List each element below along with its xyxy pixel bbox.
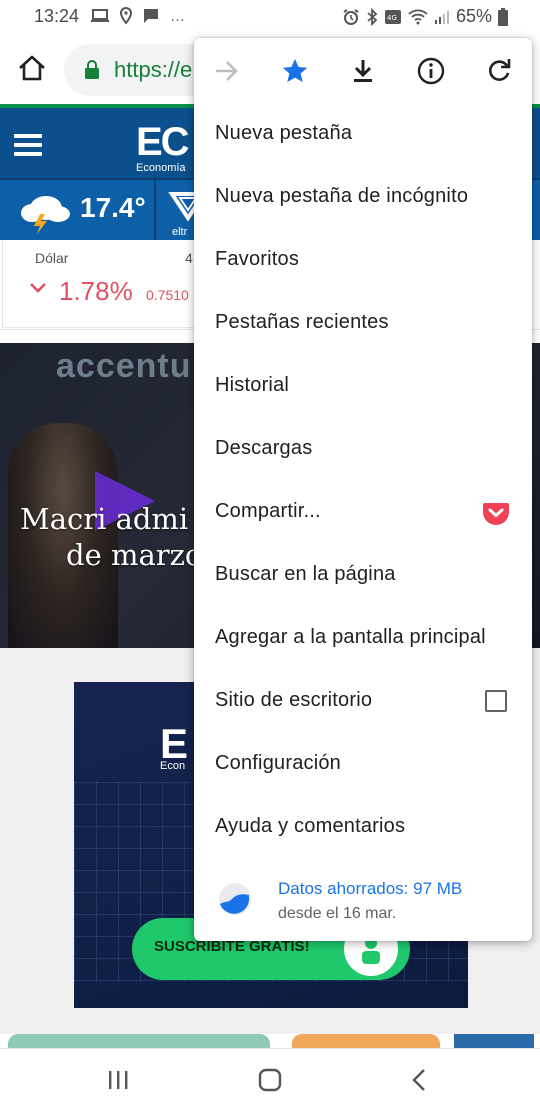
chevron-down-icon <box>30 283 46 293</box>
pocket-icon[interactable] <box>482 501 510 527</box>
info-icon <box>417 57 445 85</box>
status-notification-icons: … <box>90 7 185 25</box>
menu-item-downloads[interactable]: Descargas <box>194 417 532 480</box>
recent-apps-icon[interactable] <box>104 1067 132 1093</box>
location-pin-icon <box>120 7 132 25</box>
volte-icon: 4G <box>384 9 401 24</box>
hamburger-menu-icon[interactable] <box>14 134 42 156</box>
back-nav-icon[interactable] <box>406 1067 434 1093</box>
next-card-2[interactable] <box>292 1034 440 1048</box>
menu-item-label: Configuración <box>215 752 342 774</box>
menu-item-new-incognito-tab[interactable]: Nueva pestaña de incógnito <box>194 165 532 228</box>
menu-item-new-tab[interactable]: Nueva pestaña <box>194 102 532 165</box>
bluetooth-icon <box>367 7 378 26</box>
next-card-1[interactable] <box>8 1034 270 1048</box>
market-label: Dólar <box>35 250 69 266</box>
alarm-icon <box>343 8 359 25</box>
signal-icon <box>434 10 449 24</box>
hero-background-brand: accentu <box>56 347 192 385</box>
menu-item-label: Favoritos <box>215 248 300 270</box>
data-saver-icon <box>219 883 251 915</box>
menu-item-help-feedback[interactable]: Ayuda y comentarios <box>194 795 532 858</box>
forward-arrow-icon <box>216 61 238 81</box>
menu-item-label: Pestañas recientes <box>215 311 389 333</box>
menu-item-find-in-page[interactable]: Buscar en la página <box>194 543 532 606</box>
eltrecetv-label: eltr <box>172 226 188 238</box>
page-info-button[interactable] <box>416 56 446 86</box>
status-time: 13:24 <box>34 6 80 26</box>
status-more-dots: … <box>170 7 185 25</box>
menu-item-label: Historial <box>215 374 290 396</box>
forward-button[interactable] <box>212 56 242 86</box>
market-label-2: 4 <box>185 250 193 266</box>
laptop-icon <box>91 9 109 22</box>
banner-logo-subtitle: Econ <box>160 760 186 772</box>
download-icon <box>354 60 372 82</box>
menu-item-label: Ayuda y comentarios <box>215 815 406 837</box>
battery-icon <box>498 7 508 26</box>
menu-item-label: Descargas <box>215 437 313 459</box>
site-logo-subtitle: Economía <box>136 162 186 174</box>
next-card-3[interactable] <box>454 1034 534 1048</box>
menu-item-bookmarks[interactable]: Favoritos <box>194 228 532 291</box>
svg-text:4G: 4G <box>387 14 397 22</box>
download-button[interactable] <box>348 56 378 86</box>
menu-item-recent-tabs[interactable]: Pestañas recientes <box>194 291 532 354</box>
reload-button[interactable] <box>484 56 514 86</box>
status-bar: 13:24 … 4G 65% <box>0 0 540 34</box>
status-system-icons: 4G 65% <box>342 6 508 27</box>
system-navigation-bar <box>0 1048 540 1110</box>
next-cards-strip <box>0 1034 540 1048</box>
menu-item-add-to-home-screen[interactable]: Agregar a la pantalla principal <box>194 606 532 669</box>
data-saver-subtitle: desde el 16 mar. <box>278 905 397 922</box>
menu-item-label: Agregar a la pantalla principal <box>215 626 486 648</box>
home-icon[interactable] <box>16 52 48 84</box>
market-change: 1.78% <box>59 276 133 306</box>
menu-item-label: Sitio de escritorio <box>215 689 373 711</box>
market-value: 0.7510 <box>146 287 189 303</box>
lock-icon <box>85 60 99 79</box>
message-icon <box>144 9 158 23</box>
bookmark-button[interactable] <box>280 56 310 86</box>
menu-item-history[interactable]: Historial <box>194 354 532 417</box>
reload-icon <box>489 59 511 81</box>
battery-percent: 65% <box>455 6 492 26</box>
storm-cloud-icon <box>21 196 70 234</box>
star-icon <box>282 59 308 82</box>
weather-widget[interactable]: 17.4° <box>0 180 156 240</box>
menu-item-label: Nueva pestaña <box>215 122 353 144</box>
menu-item-label: Buscar en la página <box>215 563 396 585</box>
menu-icon-row <box>194 38 532 104</box>
site-logo[interactable]: EC <box>136 122 190 162</box>
menu-item-settings[interactable]: Configuración <box>194 732 532 795</box>
data-saver-title: Datos ahorrados: 97 MB <box>278 879 463 898</box>
hero-headline-line-1: Macri admi <box>20 502 189 536</box>
desktop-site-checkbox[interactable] <box>485 690 507 712</box>
menu-item-desktop-site[interactable]: Sitio de escritorio <box>194 669 532 732</box>
menu-item-label: Nueva pestaña de incógnito <box>215 185 469 207</box>
temperature: 17.4° <box>80 192 146 223</box>
home-nav-icon[interactable] <box>256 1067 284 1093</box>
chrome-overflow-menu: Nueva pestaña Nueva pestaña de incógnito… <box>194 38 532 941</box>
wifi-icon <box>408 9 428 24</box>
menu-item-label: Compartir... <box>215 500 321 522</box>
